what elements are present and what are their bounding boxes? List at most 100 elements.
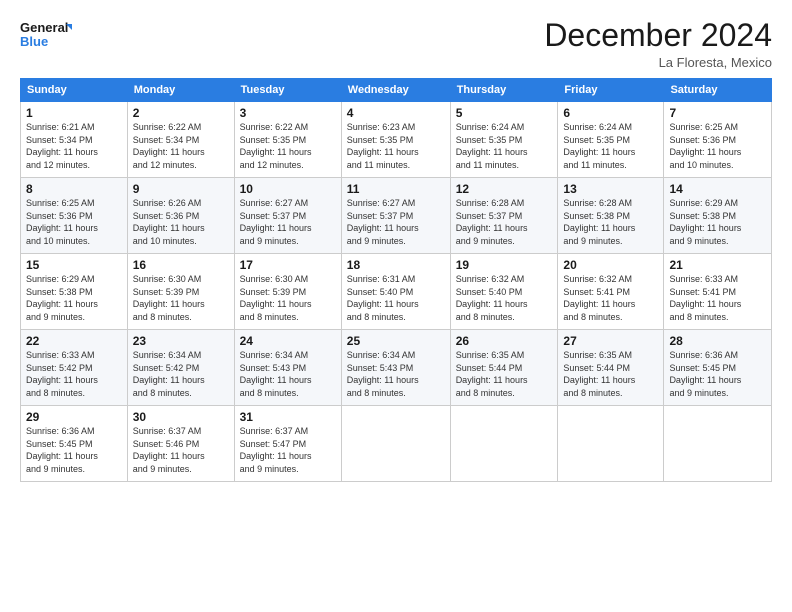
day-info: Sunrise: 6:26 AM Sunset: 5:36 PM Dayligh… xyxy=(133,197,229,247)
day-info: Sunrise: 6:24 AM Sunset: 5:35 PM Dayligh… xyxy=(456,121,553,171)
calendar-cell: 18Sunrise: 6:31 AM Sunset: 5:40 PM Dayli… xyxy=(341,254,450,330)
svg-text:General: General xyxy=(20,20,68,35)
day-info: Sunrise: 6:28 AM Sunset: 5:37 PM Dayligh… xyxy=(456,197,553,247)
day-number: 31 xyxy=(240,410,336,424)
day-number: 13 xyxy=(563,182,658,196)
day-info: Sunrise: 6:22 AM Sunset: 5:35 PM Dayligh… xyxy=(240,121,336,171)
day-number: 6 xyxy=(563,106,658,120)
day-info: Sunrise: 6:35 AM Sunset: 5:44 PM Dayligh… xyxy=(456,349,553,399)
location: La Floresta, Mexico xyxy=(544,55,772,70)
calendar-cell: 30Sunrise: 6:37 AM Sunset: 5:46 PM Dayli… xyxy=(127,406,234,482)
day-info: Sunrise: 6:31 AM Sunset: 5:40 PM Dayligh… xyxy=(347,273,445,323)
day-number: 23 xyxy=(133,334,229,348)
day-number: 25 xyxy=(347,334,445,348)
svg-text:Blue: Blue xyxy=(20,34,48,49)
day-info: Sunrise: 6:29 AM Sunset: 5:38 PM Dayligh… xyxy=(26,273,122,323)
day-info: Sunrise: 6:33 AM Sunset: 5:41 PM Dayligh… xyxy=(669,273,766,323)
day-number: 14 xyxy=(669,182,766,196)
day-info: Sunrise: 6:30 AM Sunset: 5:39 PM Dayligh… xyxy=(133,273,229,323)
calendar-cell: 8Sunrise: 6:25 AM Sunset: 5:36 PM Daylig… xyxy=(21,178,128,254)
day-info: Sunrise: 6:25 AM Sunset: 5:36 PM Dayligh… xyxy=(669,121,766,171)
calendar-cell: 7Sunrise: 6:25 AM Sunset: 5:36 PM Daylig… xyxy=(664,102,772,178)
day-info: Sunrise: 6:33 AM Sunset: 5:42 PM Dayligh… xyxy=(26,349,122,399)
calendar-cell: 12Sunrise: 6:28 AM Sunset: 5:37 PM Dayli… xyxy=(450,178,558,254)
day-number: 7 xyxy=(669,106,766,120)
calendar-cell: 9Sunrise: 6:26 AM Sunset: 5:36 PM Daylig… xyxy=(127,178,234,254)
title-block: December 2024 La Floresta, Mexico xyxy=(544,18,772,70)
calendar-cell: 28Sunrise: 6:36 AM Sunset: 5:45 PM Dayli… xyxy=(664,330,772,406)
calendar-cell: 17Sunrise: 6:30 AM Sunset: 5:39 PM Dayli… xyxy=(234,254,341,330)
day-number: 17 xyxy=(240,258,336,272)
day-info: Sunrise: 6:32 AM Sunset: 5:41 PM Dayligh… xyxy=(563,273,658,323)
calendar-cell: 21Sunrise: 6:33 AM Sunset: 5:41 PM Dayli… xyxy=(664,254,772,330)
day-number: 8 xyxy=(26,182,122,196)
calendar-cell: 19Sunrise: 6:32 AM Sunset: 5:40 PM Dayli… xyxy=(450,254,558,330)
day-info: Sunrise: 6:23 AM Sunset: 5:35 PM Dayligh… xyxy=(347,121,445,171)
calendar-cell: 27Sunrise: 6:35 AM Sunset: 5:44 PM Dayli… xyxy=(558,330,664,406)
day-info: Sunrise: 6:25 AM Sunset: 5:36 PM Dayligh… xyxy=(26,197,122,247)
calendar-table: SundayMondayTuesdayWednesdayThursdayFrid… xyxy=(20,78,772,482)
day-info: Sunrise: 6:28 AM Sunset: 5:38 PM Dayligh… xyxy=(563,197,658,247)
day-of-week-header: Sunday xyxy=(21,79,128,102)
calendar-cell: 20Sunrise: 6:32 AM Sunset: 5:41 PM Dayli… xyxy=(558,254,664,330)
calendar-cell: 25Sunrise: 6:34 AM Sunset: 5:43 PM Dayli… xyxy=(341,330,450,406)
day-number: 18 xyxy=(347,258,445,272)
calendar-cell: 6Sunrise: 6:24 AM Sunset: 5:35 PM Daylig… xyxy=(558,102,664,178)
calendar-cell xyxy=(341,406,450,482)
day-number: 26 xyxy=(456,334,553,348)
day-info: Sunrise: 6:37 AM Sunset: 5:46 PM Dayligh… xyxy=(133,425,229,475)
day-of-week-header: Friday xyxy=(558,79,664,102)
calendar-cell xyxy=(664,406,772,482)
day-info: Sunrise: 6:29 AM Sunset: 5:38 PM Dayligh… xyxy=(669,197,766,247)
day-number: 21 xyxy=(669,258,766,272)
calendar-cell: 31Sunrise: 6:37 AM Sunset: 5:47 PM Dayli… xyxy=(234,406,341,482)
day-number: 28 xyxy=(669,334,766,348)
calendar-cell: 16Sunrise: 6:30 AM Sunset: 5:39 PM Dayli… xyxy=(127,254,234,330)
calendar-cell: 3Sunrise: 6:22 AM Sunset: 5:35 PM Daylig… xyxy=(234,102,341,178)
calendar-cell: 23Sunrise: 6:34 AM Sunset: 5:42 PM Dayli… xyxy=(127,330,234,406)
day-number: 15 xyxy=(26,258,122,272)
calendar-cell: 1Sunrise: 6:21 AM Sunset: 5:34 PM Daylig… xyxy=(21,102,128,178)
calendar-cell: 13Sunrise: 6:28 AM Sunset: 5:38 PM Dayli… xyxy=(558,178,664,254)
day-info: Sunrise: 6:22 AM Sunset: 5:34 PM Dayligh… xyxy=(133,121,229,171)
calendar-cell: 26Sunrise: 6:35 AM Sunset: 5:44 PM Dayli… xyxy=(450,330,558,406)
day-info: Sunrise: 6:34 AM Sunset: 5:43 PM Dayligh… xyxy=(240,349,336,399)
day-number: 22 xyxy=(26,334,122,348)
page-header: General Blue December 2024 La Floresta, … xyxy=(20,18,772,70)
logo-svg: General Blue xyxy=(20,18,72,52)
day-of-week-header: Monday xyxy=(127,79,234,102)
calendar-cell: 2Sunrise: 6:22 AM Sunset: 5:34 PM Daylig… xyxy=(127,102,234,178)
calendar-cell: 15Sunrise: 6:29 AM Sunset: 5:38 PM Dayli… xyxy=(21,254,128,330)
day-info: Sunrise: 6:21 AM Sunset: 5:34 PM Dayligh… xyxy=(26,121,122,171)
day-info: Sunrise: 6:24 AM Sunset: 5:35 PM Dayligh… xyxy=(563,121,658,171)
day-number: 24 xyxy=(240,334,336,348)
day-info: Sunrise: 6:35 AM Sunset: 5:44 PM Dayligh… xyxy=(563,349,658,399)
day-of-week-header: Thursday xyxy=(450,79,558,102)
day-of-week-header: Tuesday xyxy=(234,79,341,102)
day-number: 12 xyxy=(456,182,553,196)
day-number: 11 xyxy=(347,182,445,196)
calendar-cell: 29Sunrise: 6:36 AM Sunset: 5:45 PM Dayli… xyxy=(21,406,128,482)
logo: General Blue xyxy=(20,18,72,52)
calendar-cell xyxy=(558,406,664,482)
day-number: 30 xyxy=(133,410,229,424)
calendar-cell xyxy=(450,406,558,482)
day-number: 20 xyxy=(563,258,658,272)
day-info: Sunrise: 6:30 AM Sunset: 5:39 PM Dayligh… xyxy=(240,273,336,323)
day-info: Sunrise: 6:32 AM Sunset: 5:40 PM Dayligh… xyxy=(456,273,553,323)
day-number: 1 xyxy=(26,106,122,120)
day-number: 19 xyxy=(456,258,553,272)
calendar-cell: 5Sunrise: 6:24 AM Sunset: 5:35 PM Daylig… xyxy=(450,102,558,178)
day-number: 9 xyxy=(133,182,229,196)
day-info: Sunrise: 6:36 AM Sunset: 5:45 PM Dayligh… xyxy=(26,425,122,475)
day-info: Sunrise: 6:37 AM Sunset: 5:47 PM Dayligh… xyxy=(240,425,336,475)
calendar-cell: 11Sunrise: 6:27 AM Sunset: 5:37 PM Dayli… xyxy=(341,178,450,254)
day-number: 29 xyxy=(26,410,122,424)
day-info: Sunrise: 6:34 AM Sunset: 5:42 PM Dayligh… xyxy=(133,349,229,399)
day-number: 2 xyxy=(133,106,229,120)
day-of-week-header: Wednesday xyxy=(341,79,450,102)
day-info: Sunrise: 6:36 AM Sunset: 5:45 PM Dayligh… xyxy=(669,349,766,399)
day-of-week-header: Saturday xyxy=(664,79,772,102)
calendar-cell: 22Sunrise: 6:33 AM Sunset: 5:42 PM Dayli… xyxy=(21,330,128,406)
day-number: 4 xyxy=(347,106,445,120)
